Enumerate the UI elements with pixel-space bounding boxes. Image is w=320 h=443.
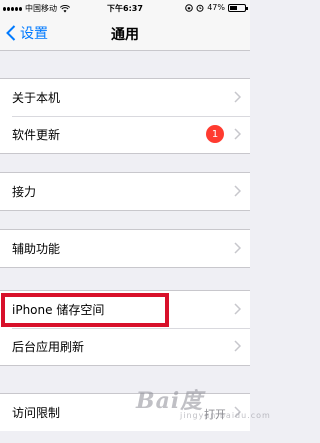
row-label: 软件更新 xyxy=(12,128,61,142)
row-software-update[interactable]: 软件更新 1 xyxy=(0,116,250,153)
settings-group-about: 关于本机 软件更新 1 xyxy=(0,78,250,154)
chevron-right-icon xyxy=(234,91,241,103)
battery-icon xyxy=(228,3,248,12)
row-restrictions[interactable]: 访问限制 打开 xyxy=(0,394,250,431)
restrictions-value: 打开 xyxy=(204,408,226,421)
status-bar: 中国移动 下午6:37 47% xyxy=(0,0,250,15)
settings-group-storage: iPhone 储存空间 后台应用刷新 xyxy=(0,290,250,366)
status-right: 47% xyxy=(185,3,248,12)
chevron-right-icon xyxy=(234,128,241,140)
chevron-right-icon xyxy=(234,242,241,254)
chevron-right-icon xyxy=(234,406,241,418)
row-handoff[interactable]: 接力 xyxy=(0,173,250,210)
row-iphone-storage[interactable]: iPhone 储存空间 xyxy=(0,291,250,328)
orientation-lock-icon xyxy=(185,3,194,12)
row-label: 辅助功能 xyxy=(12,242,61,256)
row-label: 后台应用刷新 xyxy=(12,340,85,354)
chevron-right-icon xyxy=(234,303,241,315)
row-label: 关于本机 xyxy=(12,91,61,105)
chevron-right-icon xyxy=(234,185,241,197)
row-background-app-refresh[interactable]: 后台应用刷新 xyxy=(0,328,250,365)
row-label: iPhone 储存空间 xyxy=(12,303,105,317)
settings-group-restrictions: 访问限制 打开 xyxy=(0,393,250,431)
navigation-bar: 设置 通用 xyxy=(0,15,250,51)
battery-percent: 47% xyxy=(207,3,225,12)
page-title: 通用 xyxy=(111,27,139,43)
row-about-device[interactable]: 关于本机 xyxy=(0,79,250,116)
alarm-icon xyxy=(196,4,204,12)
row-label: 访问限制 xyxy=(12,406,61,420)
row-accessibility[interactable]: 辅助功能 xyxy=(0,230,250,267)
row-label: 接力 xyxy=(12,185,37,199)
settings-group-accessibility: 辅助功能 xyxy=(0,229,250,268)
chevron-right-icon xyxy=(234,340,241,352)
settings-group-handoff: 接力 xyxy=(0,172,250,211)
update-badge: 1 xyxy=(206,125,224,143)
battery-fill xyxy=(230,5,237,10)
